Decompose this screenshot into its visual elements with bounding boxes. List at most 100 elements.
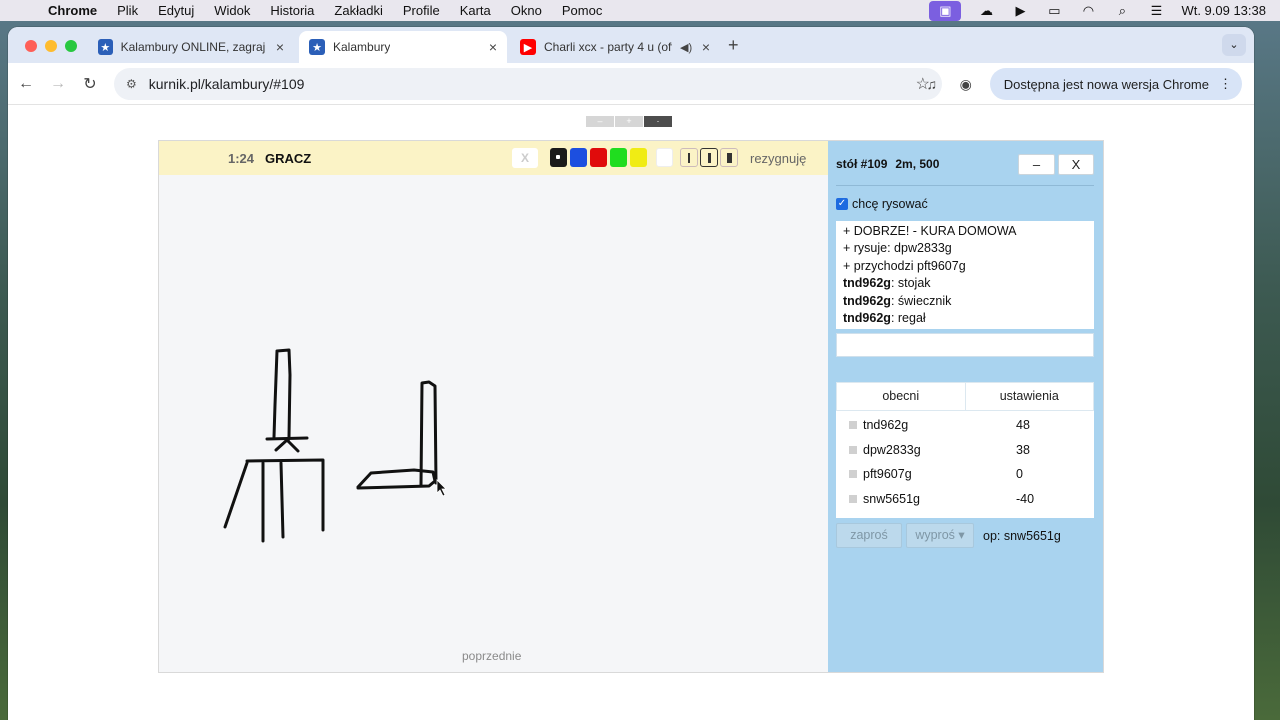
tab-search-button[interactable]: ⌄ (1222, 34, 1246, 56)
drawing-stroke (274, 438, 300, 453)
drawing-area[interactable]: 1:24 GRACZ X rezygnuję poprzednie (159, 141, 828, 672)
menu-item-plik[interactable]: Plik (117, 3, 138, 18)
invite-button[interactable]: zaproś (836, 523, 902, 548)
table-title: stół #109 (836, 157, 888, 171)
menubar-status-area: ▣ ☁ ▶ ▭ ◠ ⌕ ☰ Wt. 9.09 13:38 (929, 0, 1266, 21)
game-toolbar: 1:24 GRACZ X rezygnuję (159, 141, 828, 175)
chat-message: tnd962g: regał (843, 310, 1087, 327)
menu-app-name[interactable]: Chrome (48, 3, 97, 18)
previous-drawing-link[interactable]: poprzednie (462, 649, 521, 663)
chrome-update-button[interactable]: Dostępna jest nowa wersja Chrome ⋮ (989, 68, 1242, 100)
window-zoom-button[interactable] (65, 40, 77, 52)
wifi-icon[interactable]: ◠ (1079, 3, 1097, 18)
chat-input[interactable] (836, 333, 1094, 357)
cloud-icon[interactable]: ☁ (977, 3, 995, 18)
menu-item-okno[interactable]: Okno (511, 3, 542, 18)
chat-text: + rysuje: dpw2833g (843, 241, 952, 256)
reload-button[interactable]: ↻ (74, 74, 106, 94)
want-to-draw-option[interactable]: ✓ chcę rysować (836, 197, 928, 211)
back-button[interactable]: ← (10, 75, 42, 93)
control-center-icon[interactable]: ☰ (1147, 3, 1165, 18)
color-swatch-blue[interactable] (570, 148, 587, 167)
player-row[interactable]: snw5651g -40 (836, 487, 1094, 512)
tab-present[interactable]: obecni (837, 383, 965, 410)
chat-text: : stojak (890, 276, 931, 291)
tab-settings[interactable]: ustawienia (964, 383, 1094, 410)
chat-message: tnd962g: stojak (843, 275, 1087, 292)
brush-thin-icon (688, 152, 690, 163)
minimize-table-button[interactable]: – (1018, 154, 1055, 175)
media-controls-icon[interactable]: ♫ (922, 76, 942, 92)
color-swatch-green[interactable] (610, 148, 627, 167)
player-score: -40 (1016, 491, 1035, 506)
chat-message: + przychodzi pft9607g (843, 258, 1087, 275)
want-to-draw-label: chcę rysować (852, 197, 928, 211)
menubar-clock[interactable]: Wt. 9.09 13:38 (1181, 3, 1266, 18)
toolbar-right: ♫ ◉ Dostępna jest nowa wersja Chrome ⋮ (922, 68, 1242, 100)
youtube-icon: ▶ (520, 39, 536, 55)
tab-title: Kalambury ONLINE, zagraj - k (120, 40, 268, 54)
drawing-stroke (223, 461, 249, 529)
address-bar[interactable]: ⚙ kurnik.pl/kalambury/#109 ☆ (114, 68, 942, 100)
window-minimize-button[interactable] (45, 40, 57, 52)
speaker-icon[interactable]: ◀) (680, 41, 692, 54)
brush-thin-button[interactable] (680, 148, 698, 167)
zoom-in-button[interactable]: + (615, 116, 643, 127)
close-icon[interactable]: × (276, 39, 284, 55)
window-close-button[interactable] (25, 40, 37, 52)
player-status-dot (849, 421, 857, 430)
player-row[interactable]: dpw2833g 38 (836, 438, 1094, 463)
player-row[interactable]: pft9607g 0 (836, 462, 1094, 487)
tab-kalambury[interactable]: ★ Kalambury × (299, 31, 507, 63)
chat-user: tnd962g (843, 276, 891, 291)
play-icon[interactable]: ▶ (1011, 3, 1029, 18)
player-tabs: obecni ustawienia (836, 382, 1094, 411)
menu-item-zakladki[interactable]: Zakładki (334, 3, 382, 18)
color-swatch-black[interactable] (550, 148, 567, 167)
menu-item-edytuj[interactable]: Edytuj (158, 3, 194, 18)
color-swatch-red[interactable] (590, 148, 607, 167)
search-icon[interactable]: ⌕ (1113, 3, 1131, 18)
color-swatch-yellow[interactable] (630, 148, 647, 167)
player-name: snw5651g (863, 491, 920, 506)
player-row[interactable]: tnd962g 48 (836, 413, 1094, 438)
close-table-button[interactable]: X (1058, 154, 1094, 175)
menu-item-widok[interactable]: Widok (214, 3, 250, 18)
menu-item-karta[interactable]: Karta (460, 3, 491, 18)
close-icon[interactable]: × (702, 39, 710, 55)
tab-title: Charli xcx - party 4 u (offi (544, 40, 672, 54)
tab-youtube[interactable]: ▶ Charli xcx - party 4 u (offi ◀) × (510, 31, 720, 63)
forward-button[interactable]: → (42, 75, 74, 93)
table-meta: 2m, 500 (895, 157, 940, 171)
tab-kalambury-online[interactable]: ★ Kalambury ONLINE, zagraj - k × (88, 31, 294, 63)
close-icon[interactable]: × (489, 39, 497, 55)
zoom-out-button[interactable]: – (586, 116, 614, 127)
resign-button[interactable]: rezygnuję (750, 151, 806, 166)
brush-thick-button[interactable] (720, 148, 738, 167)
menu-item-profile[interactable]: Profile (403, 3, 440, 18)
round-timer: 1:24 (228, 150, 255, 166)
drawing-canvas[interactable] (159, 175, 828, 645)
chat-message: + rysuje: dpw2833g (843, 240, 1087, 257)
browser-toolbar: ← → ↻ ⚙ kurnik.pl/kalambury/#109 ☆ ♫ ◉ D… (8, 63, 1254, 105)
menu-item-historia[interactable]: Historia (270, 3, 314, 18)
menu-item-pomoc[interactable]: Pomoc (562, 3, 602, 18)
profile-icon[interactable]: ◉ (956, 76, 976, 93)
battery-icon[interactable]: ▭ (1045, 3, 1063, 18)
kebab-menu-icon[interactable]: ⋮ (1219, 76, 1232, 92)
player-status-dot (849, 470, 857, 479)
clear-canvas-button[interactable]: X (512, 148, 538, 168)
operator-info: op: snw5651g (983, 529, 1061, 543)
tab-strip: ★ Kalambury ONLINE, zagraj - k × ★ Kalam… (8, 27, 1254, 63)
color-swatch-white[interactable] (656, 148, 673, 167)
url-text[interactable]: kurnik.pl/kalambury/#109 (149, 76, 305, 92)
want-to-draw-checkbox[interactable]: ✓ (836, 198, 848, 210)
kick-dropdown-button[interactable]: wyproś ▾ (906, 523, 974, 548)
new-tab-button[interactable]: + (728, 35, 739, 56)
brush-medium-button[interactable] (700, 148, 718, 167)
screen-share-icon[interactable]: ▣ (929, 0, 962, 21)
site-info-icon[interactable]: ⚙ (126, 77, 137, 91)
player-score: 38 (1016, 442, 1030, 457)
zoom-fit-button[interactable]: · (644, 116, 672, 127)
window-controls (25, 40, 77, 52)
